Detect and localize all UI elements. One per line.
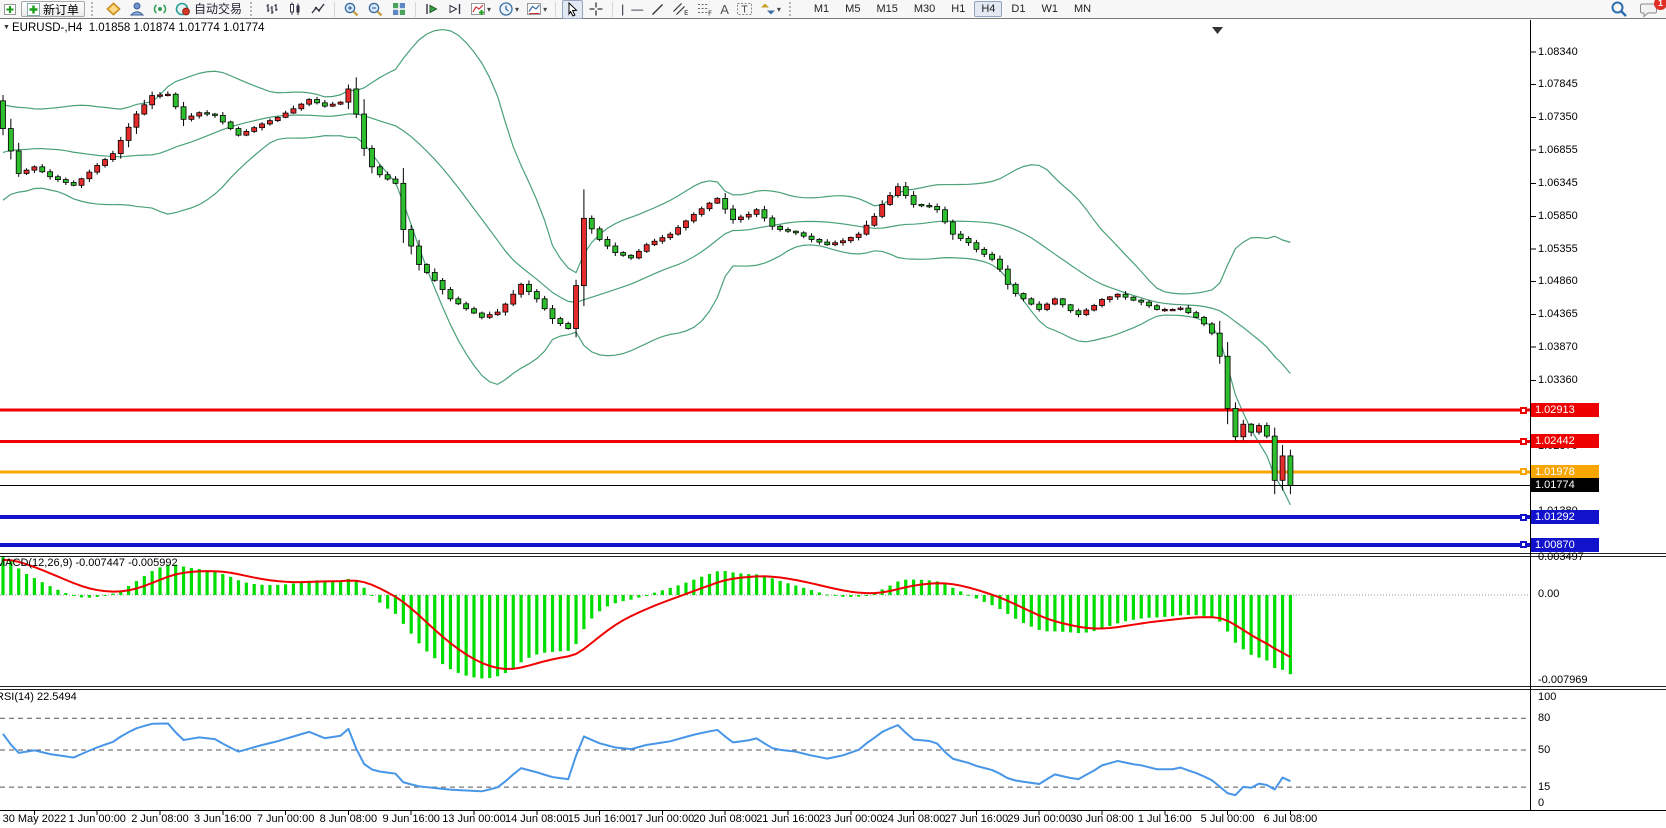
bollinger-bands — [3, 30, 1290, 505]
price-line-badge[interactable]: 1.00870 — [1531, 538, 1599, 552]
chart-canvas[interactable] — [0, 0, 1666, 828]
time-axis-label: 1 Jul 16:00 — [1138, 813, 1192, 825]
time-axis-label: 30 May 2022 — [3, 813, 67, 825]
price-line-badge[interactable]: 1.02913 — [1531, 403, 1599, 417]
candlesticks — [1, 77, 1293, 494]
rsi-pane — [0, 718, 1530, 795]
price-line-badge[interactable]: 1.01292 — [1531, 510, 1599, 524]
price-line-handle[interactable] — [1520, 514, 1527, 521]
price-line-handle[interactable] — [1520, 541, 1527, 548]
price-line-handle[interactable] — [1520, 438, 1527, 445]
price-line-badge[interactable]: 1.01774 — [1531, 478, 1599, 492]
time-axis-label: 5 Jul 00:00 — [1201, 813, 1255, 825]
chart-title: EURUSD-,H4 1.01858 1.01874 1.01774 1.017… — [12, 22, 265, 34]
time-axis-label: 21 Jun 16:00 — [756, 813, 820, 825]
time-axis-label: 15 Jun 16:00 — [568, 813, 632, 825]
price-axis-tick: 1.03360 — [1538, 374, 1578, 386]
price-axis-tick: 1.04365 — [1538, 308, 1578, 320]
price-line-handle[interactable] — [1520, 407, 1527, 414]
macd-scale-min: -0.007969 — [1538, 674, 1588, 686]
time-axis-label: 17 Jun 00:00 — [631, 813, 695, 825]
time-axis-label: 30 Jun 08:00 — [1070, 813, 1134, 825]
macd-scale-max: 0.003497 — [1538, 551, 1584, 563]
chart-symbol: EURUSD-,H4 — [12, 22, 82, 34]
rsi-scale-label: 100 — [1538, 691, 1556, 703]
price-axis-tick: 1.04860 — [1538, 275, 1578, 287]
time-axis-label: 9 Jun 16:00 — [382, 813, 440, 825]
time-axis-label: 8 Jun 08:00 — [320, 813, 378, 825]
time-axis-label: 1 Jun 00:00 — [68, 813, 126, 825]
price-axis-tick: 1.07845 — [1538, 78, 1578, 90]
price-axis-tick: 1.06345 — [1538, 177, 1578, 189]
time-axis-label: 3 Jun 16:00 — [194, 813, 252, 825]
price-axis-tick: 1.06855 — [1538, 144, 1578, 156]
rsi-label: RSI(14) 22.5494 — [0, 691, 77, 703]
price-axis-tick: 1.03870 — [1538, 341, 1578, 353]
chart-ohlc: 1.01858 1.01874 1.01774 1.01774 — [89, 22, 265, 34]
price-line-handle[interactable] — [1520, 468, 1527, 475]
chart-shift-marker — [1212, 27, 1223, 34]
time-axis-label: 6 Jul 08:00 — [1263, 813, 1317, 825]
time-axis-label: 23 Jun 00:00 — [819, 813, 883, 825]
rsi-scale-label: 80 — [1538, 712, 1550, 724]
time-axis-label: 29 Jun 00:00 — [1007, 813, 1071, 825]
mt4-terminal: 新订单 自动交易 — [0, 0, 1666, 828]
price-axis-tick: 1.07350 — [1538, 111, 1578, 123]
rsi-scale-label: 0 — [1538, 797, 1544, 809]
price-axis-tick: 1.08340 — [1538, 46, 1578, 58]
time-axis-label: 27 Jun 16:00 — [945, 813, 1009, 825]
time-axis-label: 24 Jun 08:00 — [882, 813, 946, 825]
time-axis-label: 2 Jun 08:00 — [131, 813, 189, 825]
macd-label: MACD(12,26,9) -0.007447 -0.005992 — [0, 557, 178, 569]
price-axis-tick: 1.05355 — [1538, 243, 1578, 255]
horizontal-lines — [0, 410, 1530, 545]
axes-frame — [0, 20, 1666, 815]
rsi-scale-label: 50 — [1538, 744, 1550, 756]
chart-menu-icon[interactable]: ▼ — [3, 24, 10, 31]
time-axis-label: 13 Jun 00:00 — [442, 813, 506, 825]
time-axis-label: 14 Jun 08:00 — [505, 813, 569, 825]
time-axis-label: 7 Jun 00:00 — [257, 813, 315, 825]
macd-scale-zero: 0.00 — [1538, 588, 1559, 600]
macd-pane — [0, 556, 1530, 678]
time-axis-label: 20 Jun 08:00 — [693, 813, 757, 825]
price-axis-tick: 1.05850 — [1538, 210, 1578, 222]
rsi-scale-label: 15 — [1538, 781, 1550, 793]
price-line-badge[interactable]: 1.01978 — [1531, 465, 1599, 479]
price-line-badge[interactable]: 1.02442 — [1531, 434, 1599, 448]
